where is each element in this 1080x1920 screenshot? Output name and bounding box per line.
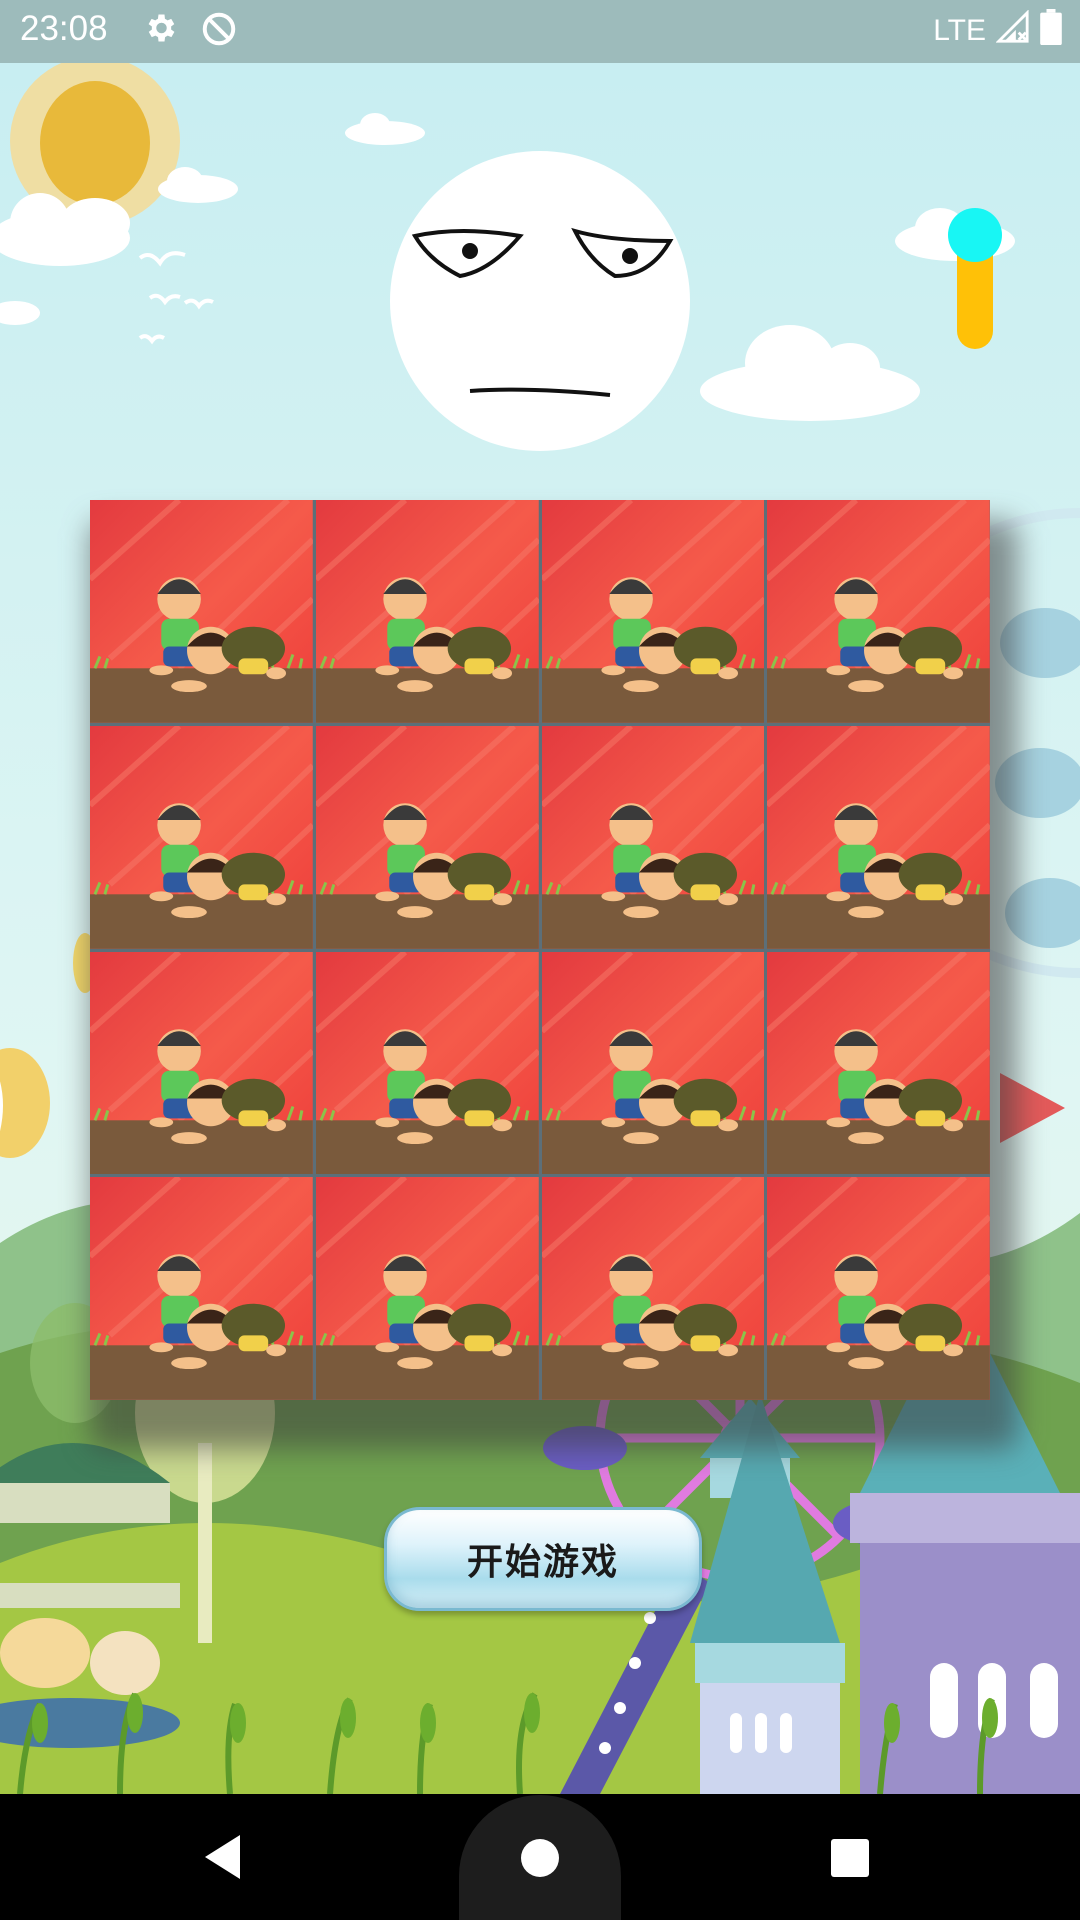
- tile-picture: [541, 1177, 765, 1400]
- puzzle-tile[interactable]: [90, 1177, 313, 1400]
- network-type-label: LTE: [933, 14, 986, 47]
- puzzle-tile[interactable]: [767, 725, 990, 949]
- puzzle-tile[interactable]: [541, 1177, 765, 1400]
- recents-button[interactable]: [830, 1838, 870, 1878]
- puzzle-tile[interactable]: [541, 951, 765, 1175]
- back-icon: [205, 1835, 240, 1879]
- tile-picture: [541, 500, 765, 723]
- no-disturb-icon: [200, 10, 238, 52]
- puzzle-tile[interactable]: [90, 725, 313, 949]
- start-game-button[interactable]: 开始游戏: [384, 1507, 702, 1611]
- puzzle-tile[interactable]: [90, 951, 313, 1175]
- puzzle-tile[interactable]: [315, 725, 539, 949]
- mood-face-icon: [390, 151, 690, 451]
- sound-toggle-knob[interactable]: [948, 208, 1002, 262]
- tile-picture: [90, 500, 313, 723]
- puzzle-tile[interactable]: [90, 500, 313, 723]
- tile-picture: [541, 951, 765, 1175]
- puzzle-tile[interactable]: [767, 1177, 990, 1400]
- puzzle-tile[interactable]: [541, 500, 765, 723]
- puzzle-tile[interactable]: [315, 951, 539, 1175]
- tile-picture: [767, 500, 990, 723]
- puzzle-tile[interactable]: [315, 1177, 539, 1400]
- puzzle-board: [90, 500, 990, 1400]
- tile-picture: [315, 500, 539, 723]
- status-time: 23:08: [20, 9, 108, 48]
- status-bar: 23:08 LTE: [0, 0, 1080, 63]
- puzzle-tile[interactable]: [767, 500, 990, 723]
- tile-picture: [767, 951, 990, 1175]
- tile-picture: [767, 725, 990, 949]
- puzzle-tile[interactable]: [541, 725, 765, 949]
- tile-picture: [315, 1177, 539, 1400]
- recents-icon: [831, 1839, 869, 1877]
- tile-picture: [315, 951, 539, 1175]
- game-scene: 开始游戏: [0, 63, 1080, 1794]
- tile-picture: [90, 725, 313, 949]
- back-button[interactable]: [200, 1830, 250, 1884]
- tile-picture: [315, 725, 539, 949]
- home-icon: [521, 1839, 559, 1877]
- gear-icon: [142, 10, 178, 50]
- tile-picture: [541, 725, 765, 949]
- puzzle-tile[interactable]: [767, 951, 990, 1175]
- tile-picture: [90, 951, 313, 1175]
- home-button[interactable]: [519, 1837, 561, 1879]
- tile-picture: [767, 1177, 990, 1400]
- signal-icon: [995, 9, 1030, 52]
- tile-picture: [90, 1177, 313, 1400]
- battery-icon: [1040, 9, 1062, 53]
- puzzle-tile[interactable]: [315, 500, 539, 723]
